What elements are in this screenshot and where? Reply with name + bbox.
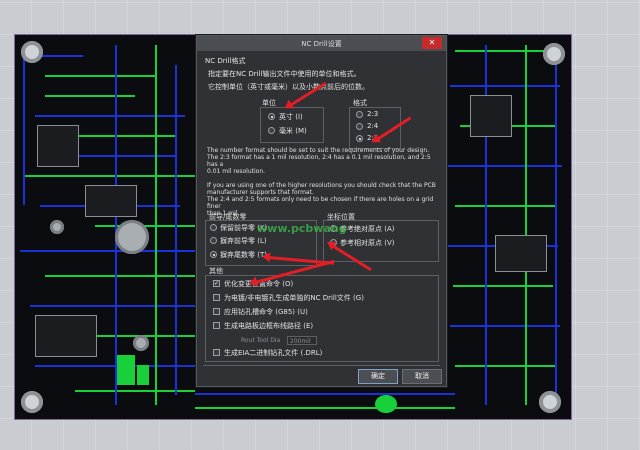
board-outline-rout-checkbox[interactable] xyxy=(213,322,220,329)
format-2-3-label[interactable]: 2:3 xyxy=(367,110,378,118)
separate-plated-files-label[interactable]: 为电镀/非电镀孔生成单独的NC Drill文件 (G) xyxy=(224,293,364,303)
cancel-button[interactable]: 取消 xyxy=(402,369,442,384)
mounting-hole-bottom-left xyxy=(21,391,43,413)
slot-command-checkbox[interactable] xyxy=(213,308,220,315)
note-line: The 2:4 and 2:5 formats only need to be … xyxy=(207,196,434,210)
note-line: If you are using one of the higher resol… xyxy=(207,182,436,189)
suppress-leading-zeros-radio[interactable] xyxy=(210,237,217,244)
units-mm-label[interactable]: 毫米 (M) xyxy=(279,126,307,136)
suppress-leading-zeros-label[interactable]: 摒弃前导零 (L) xyxy=(220,236,267,246)
note-line: manufacturer supports that format. xyxy=(207,189,314,196)
intro-line-2: 它控制单位（英寸或毫米）以及小数点前后的位数。 xyxy=(208,83,369,91)
note-line: The number format should be set to suit … xyxy=(207,147,430,154)
button-separator xyxy=(203,365,440,366)
rout-tool-dia-label: Rout Tool Dia xyxy=(241,337,281,344)
note-line: 0.01 mil resolution. xyxy=(207,168,266,175)
dialog-title-bar[interactable]: NC Drill设置 ✕ xyxy=(197,36,446,51)
ok-button[interactable]: 确定 xyxy=(358,369,398,384)
units-inch-label[interactable]: 英寸 (I) xyxy=(279,112,303,122)
watermark: www.pcbwang xyxy=(257,222,347,235)
units-inch-radio[interactable] xyxy=(268,113,275,120)
separate-plated-files-checkbox[interactable] xyxy=(213,294,220,301)
section-nc-drill-format: NC Drill格式 xyxy=(205,57,246,65)
keep-leading-zeros-radio[interactable] xyxy=(210,224,217,231)
relative-origin-label[interactable]: 参考相对原点 (V) xyxy=(340,238,394,248)
eia-binary-checkbox[interactable] xyxy=(213,349,220,356)
slot-command-label[interactable]: 应用钻孔槽命令 (G85) (U) xyxy=(224,307,308,317)
rout-tool-dia-input[interactable]: 200mil xyxy=(287,336,317,345)
mounting-hole-bottom-right xyxy=(539,391,561,413)
note-line: The 2:3 format has a 1 mil resolution, 2… xyxy=(207,154,431,168)
units-mm-radio[interactable] xyxy=(268,127,275,134)
format-2-3-radio[interactable] xyxy=(356,111,363,118)
eia-binary-label[interactable]: 生成EIA二进制钻孔文件 (.DRL) xyxy=(224,348,322,358)
format-2-4-label[interactable]: 2:4 xyxy=(367,122,378,130)
board-outline-rout-label[interactable]: 生成电路板边框布线路径 (E) xyxy=(224,321,313,331)
note-line xyxy=(207,175,437,182)
close-button[interactable]: ✕ xyxy=(422,37,442,49)
mounting-hole-top-right xyxy=(543,43,565,65)
dialog-title: NC Drill设置 xyxy=(301,40,342,48)
format-note: The number format should be set to suit … xyxy=(207,147,437,217)
format-2-4-radio[interactable] xyxy=(356,123,363,130)
nc-drill-settings-dialog: NC Drill设置 ✕ NC Drill格式 指定要在NC Drill输出文件… xyxy=(196,35,447,387)
suppress-trailing-zeros-label[interactable]: 摒弃尾数零 (T) xyxy=(220,250,267,260)
suppress-trailing-zeros-radio[interactable] xyxy=(210,251,217,258)
intro-line-1: 指定要在NC Drill输出文件中使用的单位和格式。 xyxy=(208,70,361,78)
mounting-hole-top-left xyxy=(21,41,43,63)
optimize-change-location-checkbox[interactable]: ✓ xyxy=(213,280,220,287)
format-2-5-radio[interactable] xyxy=(356,135,363,142)
absolute-origin-label[interactable]: 参考绝对原点 (A) xyxy=(340,224,394,234)
